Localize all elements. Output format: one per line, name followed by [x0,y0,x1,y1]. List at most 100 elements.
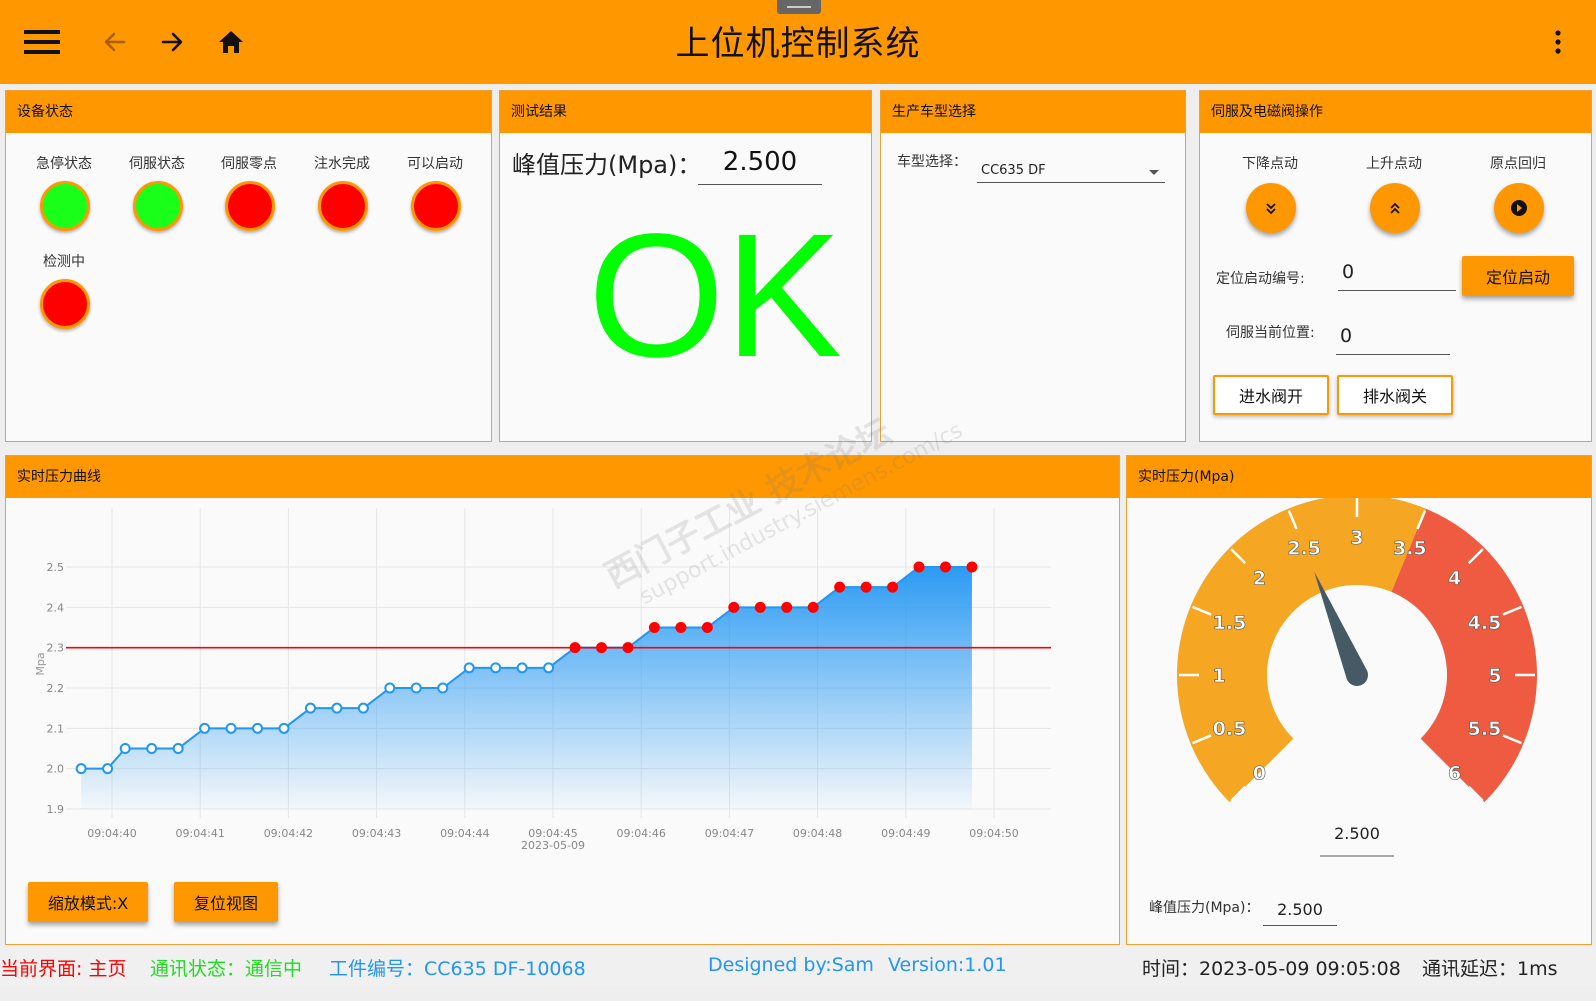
app-title: 上位机控制系统 [675,24,921,64]
x-tick-label: 09:04:41 [175,827,224,840]
data-point [119,743,131,754]
gauge-needle [1314,571,1368,686]
data-point [252,722,264,734]
x-tick-label: 09:04:43 [352,827,401,840]
position-no-field[interactable]: 0 [1338,257,1456,291]
status-lamp [40,181,90,231]
data-point [648,622,660,633]
test-result-panel: 测试结果 峰值压力(Mpa)： 2.500 OK [499,90,872,442]
status-lamp [40,279,90,329]
zoom-mode-button[interactable]: 缩放模式:X [28,882,148,922]
current-position-label: 伺服当前位置: [1226,325,1315,341]
data-point [939,561,951,573]
data-point [675,622,687,633]
water-in-valve-button[interactable]: 进水阀开 [1213,375,1329,415]
y-tick-label: 2.0 [47,763,65,776]
gauge-tick-label: 3 [1350,527,1363,549]
jog-up-label: 上升点动 [1366,156,1422,172]
device-status-panel: 设备状态 急停状态 伺服状态 伺服零点 注水完成 可以启动 检测中 [5,90,492,442]
lamp-label: 急停状态 [36,156,92,172]
lamp-label: 可以启动 [407,156,463,172]
x-tick-label: 09:04:49 [881,827,930,840]
gauge-tick-label: 4 [1448,567,1461,589]
data-point [199,722,211,734]
gauge-peak-label: 峰值压力(Mpa)： [1149,900,1260,916]
data-point [543,662,555,674]
data-point [304,702,316,714]
data-point [437,682,449,694]
data-point [754,601,766,613]
model-label: 车型选择： [897,154,967,170]
y-tick-label: 2.3 [47,642,65,655]
status-bar: 当前界面: 主页 通讯状态：通信中 工件编号：CC635 DF-10068 De… [0,946,1596,986]
x-date-label: 2023-05-09 [521,839,585,852]
status-lamp [318,181,368,231]
reset-view-button[interactable]: 复位视图 [174,882,278,922]
data-point [146,743,158,754]
status-lamp [133,181,183,231]
home-return-label: 原点回归 [1490,156,1546,172]
data-point [410,682,422,694]
more-vert-icon[interactable] [1538,22,1578,62]
home-return-button[interactable] [1494,183,1544,233]
x-tick-label: 09:04:46 [616,827,665,840]
data-point [357,702,369,714]
position-start-button[interactable]: 定位启动 [1462,256,1574,296]
y-tick-label: 1.9 [47,803,65,816]
gauge-panel: 实时压力(Mpa) 0 0.5 1 1.5 2 2.5 3 3.5 4 4.5 5 5.5 6 2.500… [1126,455,1592,945]
pressure-curve-chart[interactable]: 09:04:40 09:04:41 09:04:42 09:04:43 09:04:44… [6,498,1119,938]
time-text: 时间：2023-05-09 09:05:08 [1142,958,1401,980]
lamp-label: 伺服零点 [221,156,277,172]
status-lamp [225,181,275,231]
data-point [622,642,634,654]
gauge-tick-label: 1 [1212,665,1225,687]
data-point [834,581,846,593]
data-point [102,763,114,775]
data-point [966,561,978,573]
y-tick-label: 2.5 [47,561,65,574]
data-point [463,662,475,674]
gauge-tick-label: 6 [1448,763,1461,785]
designer-text: Designed by:Sam [708,954,874,976]
status-lamp [411,181,461,231]
data-point [569,642,581,654]
panel-title: 设备状态 [6,91,491,133]
water-out-valve-button[interactable]: 排水阀关 [1337,375,1453,415]
dropdown-caret-icon [1149,170,1159,175]
pressure-gauge: 0 0.5 1 1.5 2 2.5 3 3.5 4 4.5 5 5.5 6 2.500 [1177,498,1537,857]
x-tick-label: 09:04:47 [705,827,754,840]
latency-text: 通讯延迟：1ms [1422,958,1558,980]
peak-pressure-value: 2.500 [698,147,822,185]
y-axis-label: Mpa [34,652,47,675]
result-text: OK [587,198,843,394]
gauge-tick-label: 5.5 [1468,718,1502,740]
model-select-panel: 生产车型选择 车型选择： CC635 DF [880,90,1186,442]
gauge-value-text: 2.500 [1334,824,1380,843]
data-point [807,601,819,613]
gauge-tick-label: 0.5 [1213,718,1247,740]
lamp-label: 伺服状态 [129,156,185,172]
data-point [172,743,184,754]
gauge-tick-label: 1.5 [1213,612,1247,634]
data-point [701,622,713,633]
data-point [596,642,608,654]
double-chevron-up-icon [1390,202,1400,214]
data-point [913,561,925,573]
panel-title: 测试结果 [500,91,871,133]
panel-title: 伺服及电磁阀操作 [1200,91,1591,133]
data-point [516,662,528,674]
comm-status-text: 通讯状态：通信中 [150,958,303,980]
panel-title: 实时压力曲线 [6,456,1119,498]
jog-down-button[interactable] [1246,183,1296,233]
panel-title: 实时压力(Mpa) [1127,456,1591,498]
data-point [384,682,396,694]
pressure-curve-panel: 实时压力曲线 09:04:40 09:04:41 09:04:42 09:04:43 0… [5,455,1120,945]
jog-up-button[interactable] [1370,183,1420,233]
version-text: Version:1.01 [888,954,1007,976]
y-tick-label: 2.4 [47,601,65,614]
window-grip[interactable] [777,0,821,14]
gauge-tick-label: 4.5 [1468,612,1502,634]
model-dropdown[interactable]: CC635 DF [977,151,1165,183]
jog-down-label: 下降点动 [1242,156,1298,172]
data-point [490,662,502,674]
